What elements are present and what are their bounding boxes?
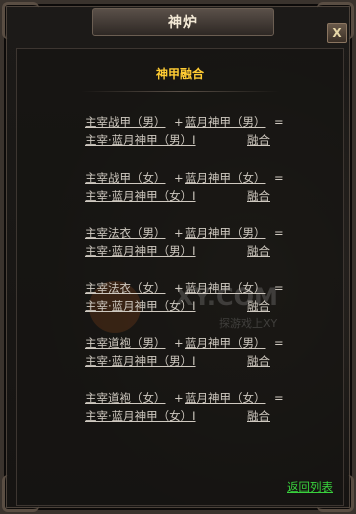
fuse-button[interactable]: 融合: [247, 407, 270, 425]
plus-sign: +: [174, 171, 184, 185]
ingredient-a-link[interactable]: 主宰战甲（女）: [85, 169, 166, 187]
recipe-item: 主宰道袍（男） + 蓝月神甲（男） = 主宰·蓝月神甲（男）I 融合: [85, 334, 305, 370]
result-link[interactable]: 主宰·蓝月神甲（女）I: [85, 407, 196, 425]
fusion-panel: 神甲融合 XY.COM 探游戏上XY 主宰战甲（男） + 蓝月神甲（男） = 主…: [16, 48, 344, 506]
ingredient-a-link[interactable]: 主宰法衣（男）: [85, 224, 166, 242]
recipe-item: 主宰道袍（女） + 蓝月神甲（女） = 主宰·蓝月神甲（女）I 融合: [85, 389, 305, 425]
recipe-item: 主宰战甲（男） + 蓝月神甲（男） = 主宰·蓝月神甲（男）I 融合: [85, 113, 305, 149]
result-link[interactable]: 主宰·蓝月神甲（男）I: [85, 131, 196, 149]
plus-sign: +: [174, 115, 184, 129]
fuse-button[interactable]: 融合: [247, 187, 270, 205]
plus-sign: +: [174, 281, 184, 295]
window-title: 神炉: [168, 15, 198, 31]
fuse-button[interactable]: 融合: [247, 131, 270, 149]
ingredient-a-link[interactable]: 主宰战甲（男）: [85, 113, 166, 131]
ingredient-a-link[interactable]: 主宰道袍（女）: [85, 389, 166, 407]
ingredient-a-link[interactable]: 主宰道袍（男）: [85, 334, 166, 352]
plus-sign: +: [174, 391, 184, 405]
ingredient-b-link[interactable]: 蓝月神甲（男）: [185, 334, 266, 352]
ingredient-b-link[interactable]: 蓝月神甲（女）: [185, 169, 266, 187]
recipe-item: 主宰法衣（女） + 蓝月神甲（女） = 主宰·蓝月神甲（女）I 融合: [85, 279, 305, 315]
plus-sign: +: [174, 336, 184, 350]
recipe-item: 主宰法衣（男） + 蓝月神甲（男） = 主宰·蓝月神甲（男）I 融合: [85, 224, 305, 260]
fuse-button[interactable]: 融合: [247, 352, 270, 370]
result-link[interactable]: 主宰·蓝月神甲（男）I: [85, 352, 196, 370]
panel-title: 神甲融合: [155, 67, 204, 81]
plus-sign: +: [174, 226, 184, 240]
ingredient-b-link[interactable]: 蓝月神甲（男）: [185, 113, 266, 131]
equals-sign: =: [274, 171, 284, 185]
watermark-subtext: 探游戏上XY: [219, 317, 278, 330]
back-to-list-link[interactable]: 返回列表: [287, 479, 333, 495]
close-button[interactable]: X: [327, 23, 347, 43]
result-link[interactable]: 主宰·蓝月神甲（女）I: [85, 187, 196, 205]
equals-sign: =: [274, 281, 284, 295]
equals-sign: =: [274, 115, 284, 129]
ingredient-b-link[interactable]: 蓝月神甲（女）: [185, 279, 266, 297]
equals-sign: =: [274, 336, 284, 350]
divider: [81, 91, 279, 92]
result-link[interactable]: 主宰·蓝月神甲（女）I: [85, 297, 196, 315]
fuse-button[interactable]: 融合: [247, 242, 270, 260]
ingredient-b-link[interactable]: 蓝月神甲（女）: [185, 389, 266, 407]
frame-corner: [2, 2, 39, 39]
equals-sign: =: [274, 226, 284, 240]
equals-sign: =: [274, 391, 284, 405]
window-title-bar[interactable]: 神炉: [92, 8, 274, 36]
ingredient-b-link[interactable]: 蓝月神甲（男）: [185, 224, 266, 242]
ingredient-a-link[interactable]: 主宰法衣（女）: [85, 279, 166, 297]
close-icon: X: [332, 26, 342, 40]
fuse-button[interactable]: 融合: [247, 297, 270, 315]
result-link[interactable]: 主宰·蓝月神甲（男）I: [85, 242, 196, 260]
recipe-item: 主宰战甲（女） + 蓝月神甲（女） = 主宰·蓝月神甲（女）I 融合: [85, 169, 305, 205]
furnace-window: 神炉 X 神甲融合 XY.COM 探游戏上XY 主宰战甲（男） + 蓝月神甲（男…: [0, 0, 356, 514]
